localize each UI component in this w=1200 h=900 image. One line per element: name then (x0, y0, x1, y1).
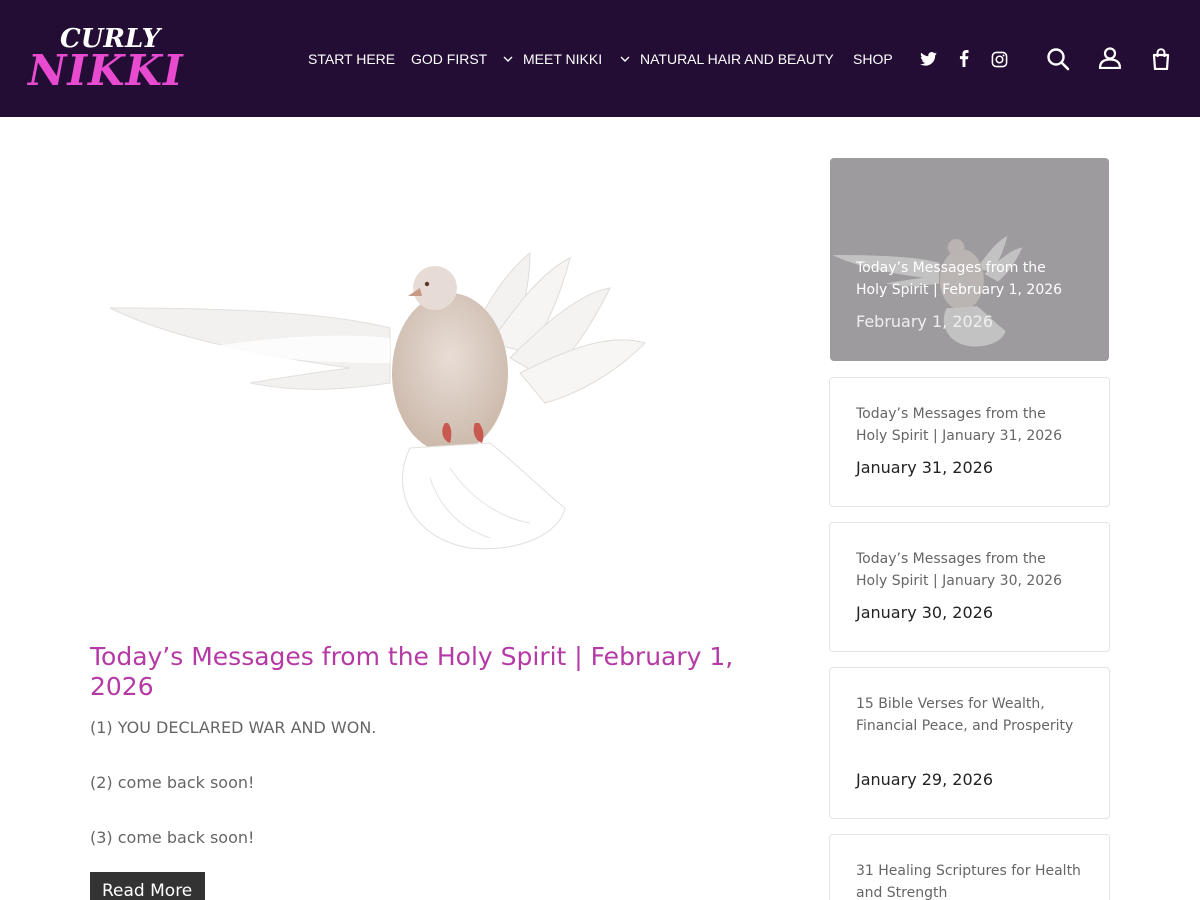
sidebar-post-date: January 29, 2026 (856, 770, 993, 789)
post-excerpt-line: (1) YOU DECLARED WAR AND WON. (90, 718, 377, 737)
chevron-down-icon[interactable] (503, 54, 513, 64)
post-excerpt-line: (3) come back soon! (90, 828, 255, 847)
nav-item-natural-hair-and-beauty[interactable]: NATURAL HAIR AND BEAUTY (640, 51, 834, 67)
facebook-icon[interactable] (959, 50, 969, 67)
sidebar-post-date: January 30, 2026 (856, 603, 993, 622)
read-more-button[interactable]: Read More (90, 872, 205, 900)
sidebar-post-card[interactable]: 31 Healing Scriptures for Health and Str… (829, 834, 1110, 900)
search-icon[interactable] (1046, 47, 1070, 71)
nav-item-shop[interactable]: SHOP (853, 51, 893, 67)
post-excerpt-line: (2) come back soon! (90, 773, 255, 792)
sidebar-post-title[interactable]: Today’s Messages from the Holy Spirit | … (856, 257, 1081, 301)
nav-item-meet-nikki[interactable]: MEET NIKKI (523, 51, 602, 67)
sidebar-post-title[interactable]: 15 Bible Verses for Wealth, Financial Pe… (856, 693, 1081, 737)
sidebar-post-date: January 31, 2026 (856, 458, 993, 477)
nav-item-god-first[interactable]: GOD FIRST (411, 51, 487, 67)
featured-image-dove[interactable] (90, 158, 770, 618)
twitter-icon[interactable] (920, 52, 937, 66)
post-title[interactable]: Today’s Messages from the Holy Spirit | … (90, 642, 780, 702)
logo-line-2: NIKKI (28, 46, 184, 95)
chevron-down-icon[interactable] (620, 54, 630, 64)
instagram-icon[interactable] (991, 51, 1008, 68)
site-header: CURLY NIKKI START HERE GOD FIRST MEET NI… (0, 0, 1200, 117)
site-logo[interactable]: CURLY NIKKI (28, 24, 183, 95)
sidebar-post-title[interactable]: Today’s Messages from the Holy Spirit | … (856, 548, 1081, 592)
sidebar-featured-post[interactable]: Today’s Messages from the Holy Spirit | … (830, 158, 1109, 361)
sidebar-post-title[interactable]: Today’s Messages from the Holy Spirit | … (856, 403, 1081, 447)
shopping-bag-icon[interactable] (1152, 48, 1170, 70)
sidebar-post-card[interactable]: Today’s Messages from the Holy Spirit | … (829, 377, 1110, 507)
account-icon[interactable] (1098, 47, 1122, 69)
sidebar-post-card[interactable]: Today’s Messages from the Holy Spirit | … (829, 522, 1110, 652)
sidebar-post-date: February 1, 2026 (856, 312, 994, 331)
nav-item-start-here[interactable]: START HERE (308, 51, 395, 67)
sidebar-post-title[interactable]: 31 Healing Scriptures for Health and Str… (856, 860, 1081, 900)
sidebar-post-card[interactable]: 15 Bible Verses for Wealth, Financial Pe… (829, 667, 1110, 819)
